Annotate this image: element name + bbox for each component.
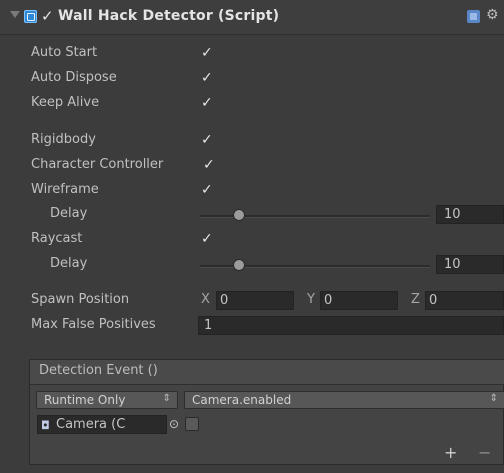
raycast-label: Raycast bbox=[31, 231, 83, 246]
help-icon[interactable] bbox=[467, 10, 480, 23]
character-controller-row: Character Controller ✓ bbox=[0, 155, 504, 177]
wireframe-delay-row: Delay 10 bbox=[0, 204, 504, 226]
auto-start-row: Auto Start ✓ bbox=[0, 43, 504, 65]
spawn-y-label: Y bbox=[307, 292, 315, 307]
component-header: ✓ Wall Hack Detector (Script) ⚙ bbox=[0, 0, 504, 35]
runtime-option-label: Runtime Only bbox=[44, 393, 126, 407]
spawn-position-row: Spawn Position X 0 Y 0 Z 0 bbox=[0, 290, 504, 312]
max-false-positives-label: Max False Positives bbox=[31, 317, 156, 332]
max-false-positives-row: Max False Positives 1 bbox=[0, 315, 504, 337]
gear-icon[interactable]: ⚙ bbox=[486, 8, 499, 22]
wireframe-delay-label: Delay bbox=[50, 206, 88, 221]
dropdown-arrow-icon: ⇕ bbox=[489, 393, 498, 404]
foldout-arrow-icon[interactable] bbox=[10, 11, 20, 18]
keep-alive-checkbox[interactable]: ✓ bbox=[201, 96, 214, 110]
detection-event-list: Detection Event () Runtime Only ⇕ Camera… bbox=[29, 359, 504, 465]
script-icon bbox=[24, 10, 37, 23]
raycast-delay-slider-thumb[interactable] bbox=[233, 259, 246, 271]
component-title: Wall Hack Detector (Script) bbox=[58, 8, 280, 24]
rigidbody-row: Rigidbody ✓ bbox=[0, 130, 504, 152]
rigidbody-label: Rigidbody bbox=[31, 132, 96, 147]
inspector-panel: ✓ Wall Hack Detector (Script) ⚙ Auto Sta… bbox=[0, 0, 504, 473]
raycast-delay-label: Delay bbox=[50, 256, 88, 271]
remove-listener-button[interactable]: − bbox=[478, 443, 491, 462]
spawn-position-label: Spawn Position bbox=[31, 292, 130, 307]
spawn-x-label: X bbox=[201, 292, 210, 307]
character-controller-label: Character Controller bbox=[31, 157, 164, 172]
auto-start-checkbox[interactable]: ✓ bbox=[201, 46, 214, 60]
event-footer: + − bbox=[30, 441, 504, 465]
runtime-option-dropdown[interactable]: Runtime Only ⇕ bbox=[36, 391, 178, 409]
auto-dispose-label: Auto Dispose bbox=[31, 70, 117, 85]
add-listener-button[interactable]: + bbox=[444, 443, 457, 462]
camera-icon: ◘ bbox=[41, 419, 50, 432]
max-false-positives-field[interactable]: 1 bbox=[198, 316, 504, 335]
function-dropdown[interactable]: Camera.enabled ⇕ bbox=[184, 391, 504, 409]
spawn-y-field[interactable]: 0 bbox=[320, 291, 398, 310]
object-picker-icon[interactable]: ⊙ bbox=[169, 417, 179, 431]
rigidbody-checkbox[interactable]: ✓ bbox=[201, 133, 214, 147]
wireframe-delay-field[interactable]: 10 bbox=[436, 205, 504, 224]
target-object-field[interactable]: ◘ Camera (C bbox=[37, 415, 167, 434]
detection-event-title: Detection Event () bbox=[39, 363, 158, 378]
enabled-argument-checkbox[interactable] bbox=[185, 417, 199, 431]
dropdown-arrow-icon: ⇕ bbox=[162, 393, 171, 404]
wireframe-delay-slider-thumb[interactable] bbox=[233, 209, 246, 221]
raycast-delay-field[interactable]: 10 bbox=[436, 255, 504, 274]
wireframe-row: Wireframe ✓ bbox=[0, 180, 504, 202]
target-object-label: Camera (C bbox=[56, 417, 126, 432]
wireframe-label: Wireframe bbox=[31, 182, 99, 197]
function-label: Camera.enabled bbox=[192, 393, 292, 407]
wireframe-checkbox[interactable]: ✓ bbox=[201, 183, 214, 197]
raycast-delay-row: Delay 10 bbox=[0, 254, 504, 276]
detection-event-header: Detection Event () bbox=[30, 360, 504, 385]
auto-dispose-row: Auto Dispose ✓ bbox=[0, 68, 504, 90]
raycast-row: Raycast ✓ bbox=[0, 229, 504, 251]
raycast-checkbox[interactable]: ✓ bbox=[201, 232, 214, 246]
auto-start-label: Auto Start bbox=[31, 45, 98, 60]
keep-alive-row: Keep Alive ✓ bbox=[0, 93, 504, 115]
component-enabled-checkbox[interactable]: ✓ bbox=[41, 9, 55, 24]
spawn-x-field[interactable]: 0 bbox=[216, 291, 294, 310]
auto-dispose-checkbox[interactable]: ✓ bbox=[201, 71, 214, 85]
spawn-z-label: Z bbox=[411, 292, 420, 307]
keep-alive-label: Keep Alive bbox=[31, 95, 100, 110]
spawn-z-field[interactable]: 0 bbox=[425, 291, 504, 310]
character-controller-checkbox[interactable]: ✓ bbox=[203, 158, 216, 172]
